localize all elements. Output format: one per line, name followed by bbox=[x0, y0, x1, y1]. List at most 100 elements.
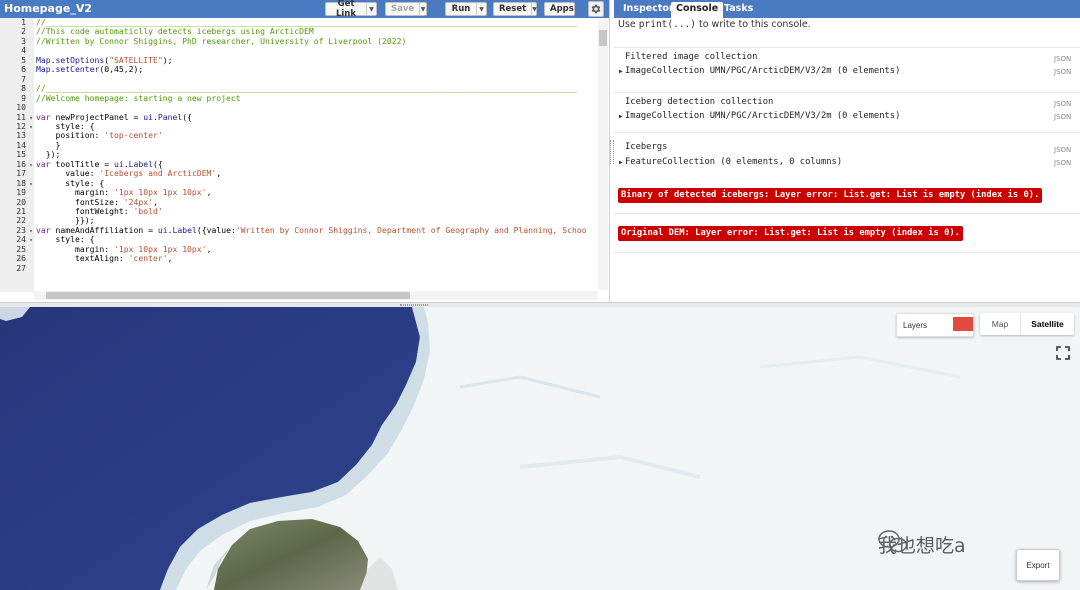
entry-value: ImageCollection UMN/PGC/ArcticDEM/V3/2m … bbox=[625, 66, 901, 76]
code-line[interactable]: 17 value: 'Icebergs and ArcticDEM', bbox=[0, 169, 598, 178]
run-button[interactable]: Run ▼ bbox=[445, 2, 487, 16]
line-number: 16 bbox=[16, 159, 26, 169]
entry-expandable-row[interactable]: ▶ ImageCollection UMN/PGC/ArcticDEM/V3/2m… bbox=[619, 66, 900, 76]
chevron-down-icon[interactable]: ▼ bbox=[531, 3, 537, 15]
tab-tasks[interactable]: Tasks bbox=[719, 2, 758, 18]
line-number: 21 bbox=[16, 207, 26, 216]
code-line[interactable]: 25 margin: '1px 10px 1px 10px', bbox=[0, 245, 598, 254]
code-text: margin: '1px 10px 1px 10px', bbox=[36, 244, 212, 254]
save-label: Save bbox=[391, 4, 415, 14]
json-link[interactable]: JSON bbox=[1054, 55, 1071, 63]
settings-button[interactable] bbox=[588, 1, 604, 17]
console-tab-bar: Inspector Console Tasks bbox=[614, 0, 1080, 18]
line-number: 25 bbox=[16, 244, 26, 254]
line-number: 19 bbox=[16, 188, 26, 198]
code-line[interactable]: 27 bbox=[0, 264, 598, 273]
code-line[interactable]: 13 position: 'top-center' bbox=[0, 131, 598, 140]
code-line[interactable]: 12 ▾ style: { bbox=[0, 122, 598, 131]
fold-arrow-icon[interactable]: ▾ bbox=[26, 236, 36, 244]
map-view[interactable]: Layers Map Satellite 我也想吃a Export bbox=[0, 307, 1080, 590]
fold-arrow-icon[interactable]: ▾ bbox=[26, 123, 36, 131]
code-line[interactable]: 8 //_____________________________________… bbox=[0, 84, 598, 93]
code-line[interactable]: 3 //Written by Connor Shiggins, PhD resea… bbox=[0, 37, 598, 46]
code-line[interactable]: 14 } bbox=[0, 141, 598, 150]
code-text: style: { bbox=[36, 178, 105, 188]
code-line[interactable]: 15 }); bbox=[0, 150, 598, 159]
code-line[interactable]: 19 margin: '1px 10px 1px 10px', bbox=[0, 188, 598, 197]
entry-value: ImageCollection UMN/PGC/ArcticDEM/V3/2m … bbox=[625, 111, 901, 121]
code-line[interactable]: 4 bbox=[0, 46, 598, 55]
horizontal-scroll-thumb[interactable] bbox=[46, 292, 410, 299]
fold-arrow-icon[interactable]: ▾ bbox=[26, 161, 36, 169]
code-line[interactable]: 9 //Welcome homepage: starting a new proj… bbox=[0, 94, 598, 103]
line-number: 23 bbox=[16, 225, 26, 235]
map-type-satellite-button[interactable]: Satellite bbox=[1020, 313, 1074, 335]
layers-control[interactable]: Layers bbox=[896, 313, 974, 337]
code-line[interactable]: 26 textAlign: 'center', bbox=[0, 254, 598, 263]
reset-label: Reset bbox=[499, 4, 527, 14]
code-text: fontSize: '24px', bbox=[36, 197, 158, 207]
code-line[interactable]: 16 ▾ var toolTitle = ui.Label({ bbox=[0, 160, 598, 169]
fold-arrow-icon[interactable]: ▾ bbox=[26, 180, 36, 188]
get-link-button[interactable]: Get Link ▼ bbox=[325, 0, 377, 19]
json-link[interactable]: JSON bbox=[1054, 113, 1071, 121]
code-text: style: { bbox=[36, 235, 95, 245]
fullscreen-button[interactable] bbox=[1054, 344, 1072, 362]
chevron-down-icon[interactable]: ▼ bbox=[476, 3, 486, 15]
code-line[interactable]: 11 ▾ var newProjectPanel = ui.Panel({ bbox=[0, 113, 598, 122]
line-number: 6 bbox=[21, 65, 26, 75]
code-line[interactable]: 18 ▾ style: { bbox=[0, 179, 598, 188]
script-title[interactable]: Homepage_V2 bbox=[4, 2, 92, 15]
tab-inspector[interactable]: Inspector bbox=[618, 2, 679, 18]
json-link[interactable]: JSON bbox=[1054, 100, 1071, 108]
line-number: 26 bbox=[16, 254, 26, 264]
chevron-down-icon[interactable]: ▼ bbox=[419, 3, 426, 15]
json-link[interactable]: JSON bbox=[1054, 68, 1071, 76]
code-text: //______________________________________… bbox=[36, 84, 577, 94]
code-line[interactable]: 20 fontSize: '24px', bbox=[0, 198, 598, 207]
editor-horizontal-scrollbar[interactable] bbox=[34, 291, 598, 300]
hint-suffix: to write to this console. bbox=[695, 19, 811, 30]
apps-button[interactable]: Apps bbox=[544, 2, 575, 16]
fold-arrow-icon[interactable]: ▾ bbox=[26, 227, 36, 235]
line-number: 4 bbox=[21, 46, 26, 56]
line-number: 1 bbox=[21, 18, 26, 27]
apps-label: Apps bbox=[550, 4, 574, 14]
map-type-toggle: Map Satellite bbox=[980, 313, 1074, 335]
fold-arrow-icon[interactable]: ▾ bbox=[26, 114, 36, 122]
map-type-map-button[interactable]: Map bbox=[980, 313, 1020, 335]
entry-expandable-row[interactable]: ▶ FeatureCollection (0 elements, 0 column… bbox=[619, 157, 842, 167]
json-link[interactable]: JSON bbox=[1054, 159, 1071, 167]
tab-console[interactable]: Console bbox=[671, 2, 724, 18]
code-text: Map.setOptions("SATELLITE"); bbox=[36, 55, 173, 65]
code-line[interactable]: 6 Map.setCenter(0,45,2); bbox=[0, 65, 598, 74]
save-button[interactable]: Save ▼ bbox=[385, 2, 427, 16]
gear-icon bbox=[591, 4, 601, 14]
line-number: 14 bbox=[16, 140, 26, 150]
code-line[interactable]: 5 Map.setOptions("SATELLITE"); bbox=[0, 56, 598, 65]
layer-color-swatch[interactable] bbox=[953, 317, 973, 331]
export-button[interactable]: Export bbox=[1016, 549, 1060, 581]
entry-expandable-row[interactable]: ▶ ImageCollection UMN/PGC/ArcticDEM/V3/2m… bbox=[619, 111, 900, 121]
vertical-scroll-thumb[interactable] bbox=[599, 30, 607, 46]
chevron-down-icon[interactable]: ▼ bbox=[366, 3, 376, 15]
line-number: 10 bbox=[16, 103, 26, 113]
code-line[interactable]: 24 ▾ style: { bbox=[0, 235, 598, 244]
splitter-grip[interactable] bbox=[400, 304, 428, 306]
line-number: 8 bbox=[21, 84, 26, 94]
code-text-area[interactable]: 1 //_____________________________________… bbox=[0, 18, 610, 292]
code-line[interactable]: 10 bbox=[0, 103, 598, 112]
code-line[interactable]: 1 //_____________________________________… bbox=[0, 18, 598, 27]
code-line[interactable]: 7 bbox=[0, 75, 598, 84]
code-line[interactable]: 22 }}); bbox=[0, 216, 598, 225]
code-line[interactable]: 21 fontWeight: 'bold' bbox=[0, 207, 598, 216]
code-line[interactable]: 23 ▾ var nameAndAffiliation = ui.Label({va… bbox=[0, 226, 598, 235]
editor-vertical-scrollbar[interactable] bbox=[598, 20, 608, 290]
reset-button[interactable]: Reset ▼ bbox=[493, 2, 537, 16]
json-link[interactable]: JSON bbox=[1054, 146, 1071, 154]
code-line[interactable]: 2 //This code automaticlly detects iceber… bbox=[0, 27, 598, 36]
line-number: 9 bbox=[21, 93, 26, 103]
code-text: position: 'top-center' bbox=[36, 131, 163, 141]
code-text: var nameAndAffiliation = ui.Label({value… bbox=[36, 225, 587, 235]
console-entry: Iceberg detection collection JSON ▶ Image… bbox=[614, 92, 1080, 132]
